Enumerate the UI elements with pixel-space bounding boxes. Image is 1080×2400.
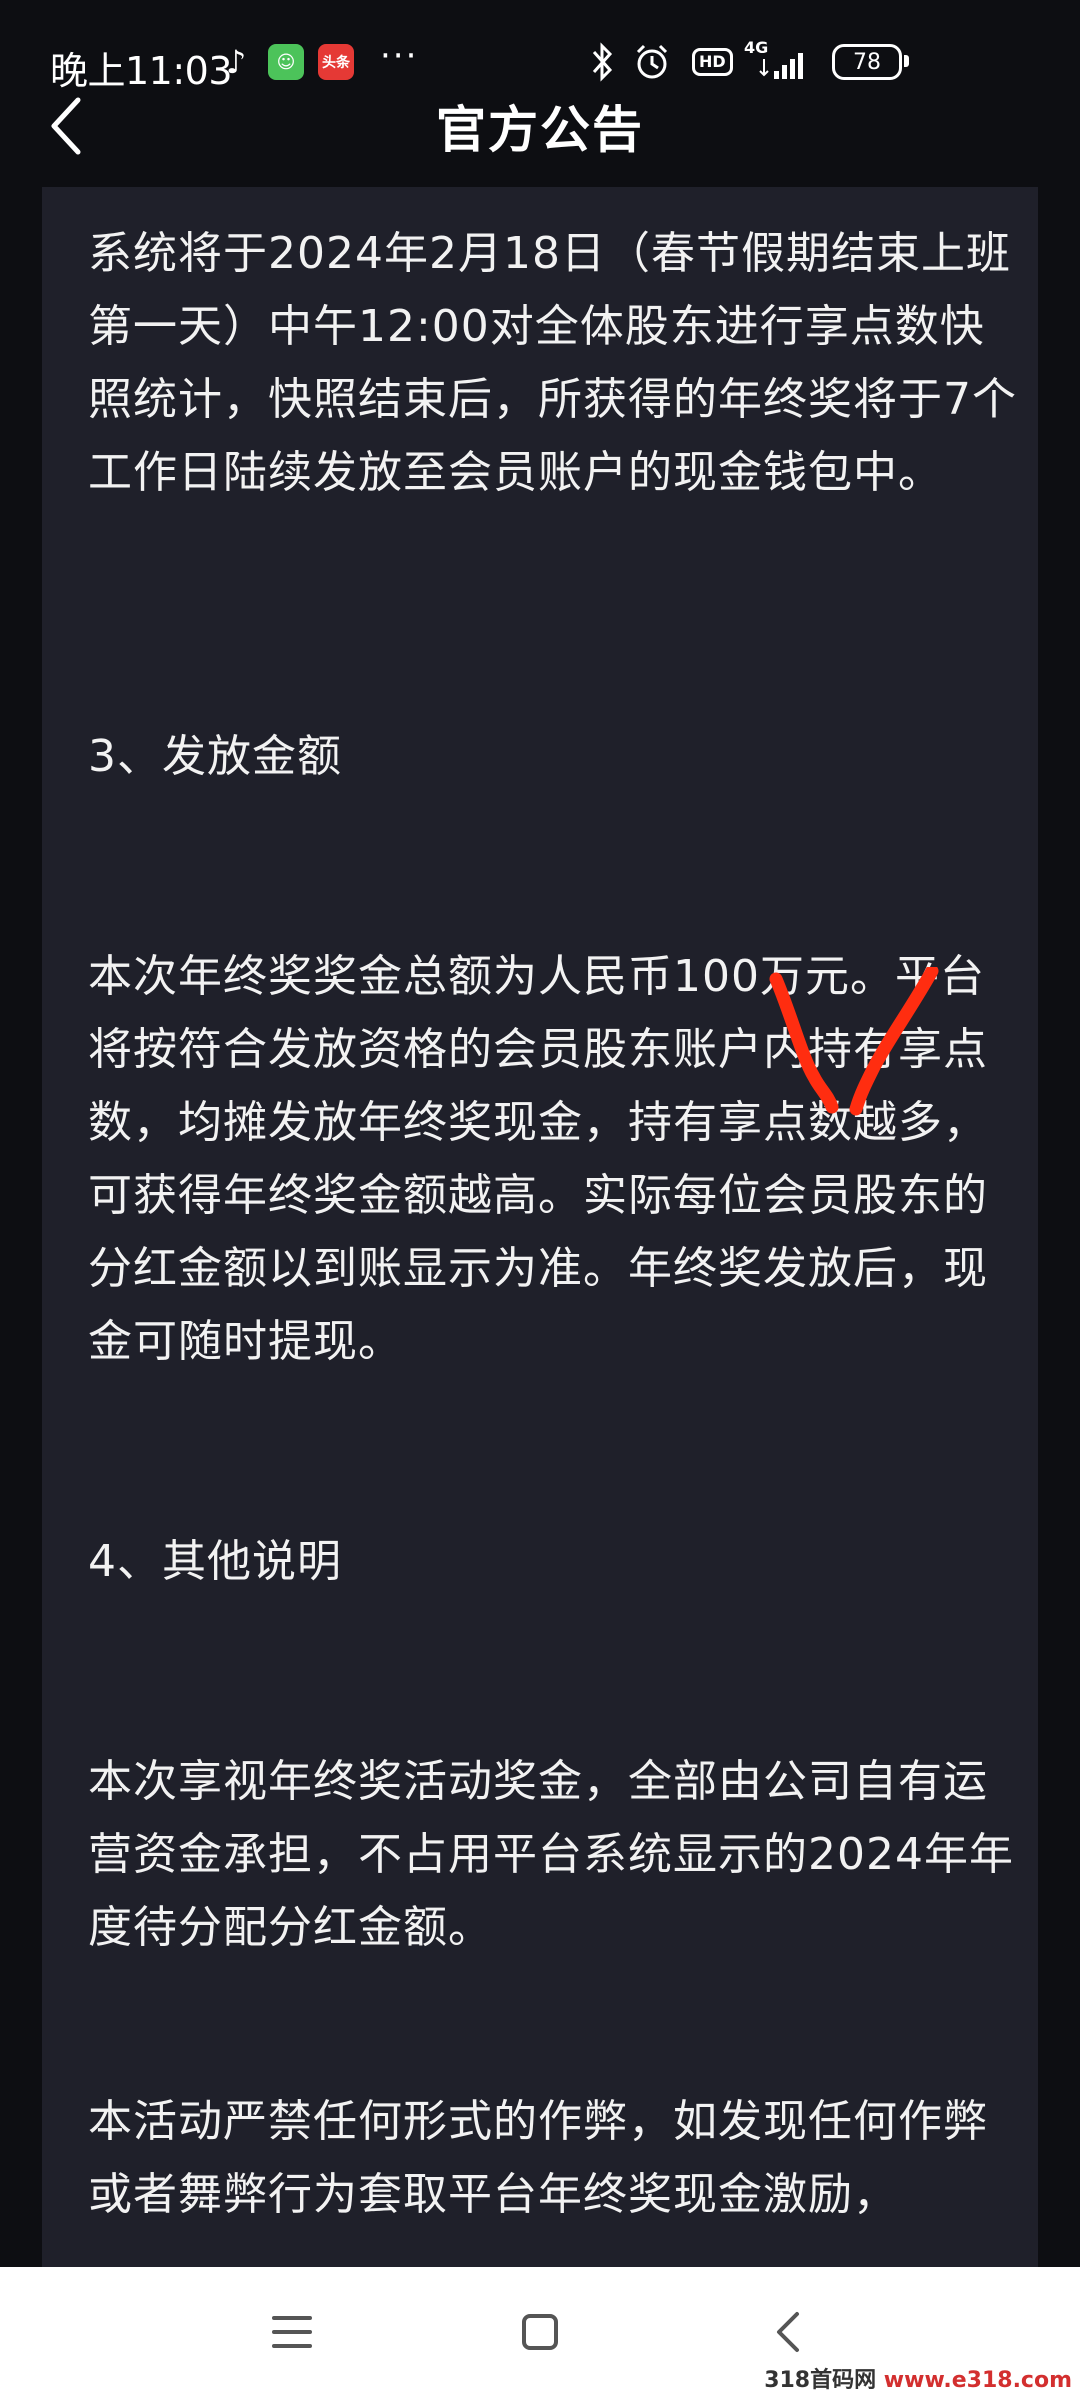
tiktok-icon: ♪ <box>225 43 247 81</box>
announcement-paragraph-amount: 本次年终奖奖金总额为人民币100万元。平台将按符合发放资格的会员股东账户内持有享… <box>88 951 988 1367</box>
toutiao-icon: 头条 <box>318 44 354 80</box>
announcement-paragraph-funding: 本次享视年终奖活动奖金，全部由公司自有运营资金承担，不占用平台系统显示的2024… <box>88 1756 1014 1953</box>
system-nav-bar: 318首码网 www.e318.com <box>0 2267 1080 2400</box>
watermark-url: www.e318.com <box>883 2368 1072 2393</box>
announcement-card: 系统将于2024年2月18日（春节假期结束上班第一天）中午12:00对全体股东进… <box>42 187 1038 2267</box>
nav-back-button[interactable] <box>753 2302 823 2362</box>
notification-icons: ♪ ☺ 头条 <box>218 43 354 81</box>
bluetooth-icon <box>590 40 614 84</box>
section-heading-other: 4、其他说明 <box>88 1536 342 1587</box>
battery-icon: 78 <box>832 40 909 84</box>
signal-icon: 4G <box>744 38 814 84</box>
watermark: 318首码网 www.e318.com <box>764 2362 1072 2394</box>
page-title: 官方公告 <box>436 101 644 159</box>
system-status: HD 4G 78 <box>560 38 1080 84</box>
announcement-paragraph-cheating: 本活动严禁任何形式的作弊，如发现任何作弊或者舞弊行为套取平台年终奖现金激励， <box>88 2096 988 2220</box>
announcement-paragraph-snapshot: 系统将于2024年2月18日（春节假期结束上班第一天）中午12:00对全体股东进… <box>88 228 1017 498</box>
section-heading-amount: 3、发放金额 <box>88 731 342 782</box>
menu-button[interactable] <box>257 2302 327 2362</box>
alarm-icon <box>632 40 672 84</box>
watermark-site: 318首码网 <box>764 2368 877 2393</box>
app-green-icon: ☺ <box>268 44 304 80</box>
home-icon <box>522 2314 558 2350</box>
home-button[interactable] <box>505 2302 575 2362</box>
menu-icon <box>272 2316 312 2348</box>
chevron-left-icon <box>777 2312 799 2352</box>
hd-icon: HD <box>692 40 733 84</box>
more-notifications-icon: ··· <box>380 36 419 76</box>
